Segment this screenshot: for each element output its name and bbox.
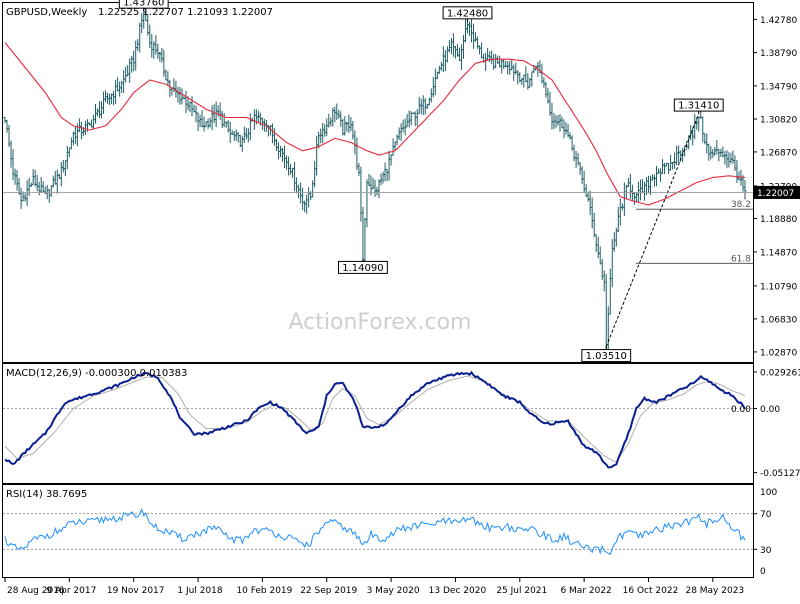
rsi-tick-label: 0 xyxy=(760,567,766,577)
price-tick-label: 1.42780 xyxy=(760,16,797,26)
price-tick-label: 1.34790 xyxy=(760,82,797,92)
rsi-tick-label: 70 xyxy=(760,510,772,520)
macd-zero-label: 0.00 xyxy=(731,405,751,415)
time-tick-label: 28 May 2023 xyxy=(685,586,744,596)
price-tick-label: 1.14870 xyxy=(760,248,797,258)
price-tick-label: 1.18880 xyxy=(760,215,797,225)
macd-title: MACD(12,26,9) -0.000300 0.010383 xyxy=(6,368,187,379)
price-tick-label: 1.02870 xyxy=(760,348,797,358)
fibonacci-level-label: 38.2 xyxy=(731,200,751,210)
chart-canvas: ActionForex.com 1.42780 1.38790 1.34790 1.3… xyxy=(2,0,800,596)
macd-panel xyxy=(2,363,754,484)
time-tick-label: 25 Jul 2021 xyxy=(496,586,547,596)
watermark-text: ActionForex.com xyxy=(289,310,472,335)
time-tick-label: 19 Nov 2017 xyxy=(107,586,165,596)
time-tick-label: 1 Jul 2018 xyxy=(177,586,222,596)
macd-tick-label: 0.00 xyxy=(760,405,780,415)
time-tick-label: 9 Apr 2017 xyxy=(46,586,96,596)
time-axis: 28 Aug 20169 Apr 2017 19 Nov 2017 1 Jul 20… xyxy=(4,578,744,596)
price-tick-label: 1.26870 xyxy=(760,148,797,158)
rsi-tick-label: 30 xyxy=(760,546,772,556)
current-price-label: 1.22007 xyxy=(757,189,794,199)
time-tick-label: 10 Feb 2019 xyxy=(236,586,292,596)
price-tick-label: 1.30820 xyxy=(760,116,797,126)
macd-tick-label: 0.029261 xyxy=(760,368,800,378)
price-annotation-label: 1.03510 xyxy=(586,351,627,362)
chart-symbol: GBPUSD,Weekly xyxy=(6,7,87,18)
fibonacci-level-label: 61.8 xyxy=(731,254,751,264)
macd-tick-label: -0.051279 xyxy=(760,469,800,479)
rsi-tick-label: 100 xyxy=(760,488,777,498)
rsi-title: RSI(14) 38.7695 xyxy=(6,489,87,500)
price-annotation-label: 1.14090 xyxy=(342,263,383,274)
time-tick-label: 22 Sep 2019 xyxy=(300,586,357,596)
chart-ohlc: 1.22525 1.22707 1.21093 1.22007 xyxy=(98,7,273,18)
time-tick-label: 13 Dec 2020 xyxy=(429,586,487,596)
price-annotation-label: 1.42480 xyxy=(447,8,488,19)
time-tick-label: 3 May 2020 xyxy=(367,586,420,596)
time-tick-label: 16 Oct 2022 xyxy=(623,586,679,596)
rsi-panel xyxy=(2,484,754,578)
price-annotation-label: 1.31410 xyxy=(678,101,719,112)
chart-window: ActionForex.com 1.42780 1.38790 1.34790 1.3… xyxy=(0,0,800,600)
time-tick-label: 6 Mar 2022 xyxy=(560,586,611,596)
price-tick-label: 1.06830 xyxy=(760,315,797,325)
price-tick-label: 1.38790 xyxy=(760,49,797,59)
price-tick-label: 1.10790 xyxy=(760,282,797,292)
